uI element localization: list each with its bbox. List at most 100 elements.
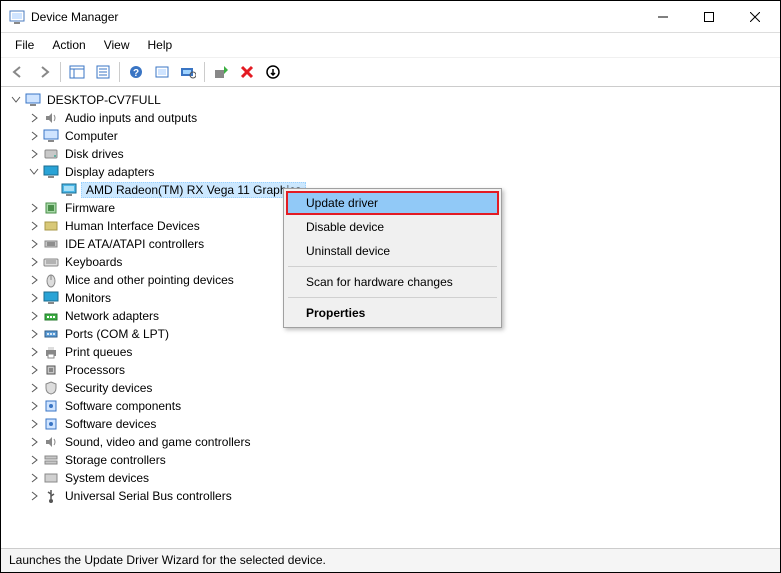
expander-icon[interactable] [27, 147, 41, 161]
separator [119, 62, 120, 82]
tree-label: Software components [63, 399, 183, 413]
minimize-button[interactable] [640, 2, 686, 32]
tree-label: Audio inputs and outputs [63, 111, 199, 125]
expander-icon[interactable] [27, 489, 41, 503]
expander-icon[interactable] [27, 111, 41, 125]
print-queues-icon [43, 344, 59, 360]
display-adapters-icon [43, 164, 59, 180]
expander-icon[interactable] [27, 219, 41, 233]
expander-icon[interactable] [45, 183, 59, 197]
tree-label: Human Interface Devices [63, 219, 202, 233]
menu-uninstall-device[interactable]: Uninstall device [286, 239, 499, 263]
expander-icon[interactable] [27, 417, 41, 431]
window-controls [640, 2, 778, 32]
tree-node-usb-controllers[interactable]: Universal Serial Bus controllers [25, 487, 780, 505]
expander-icon[interactable] [27, 453, 41, 467]
keyboards-icon [43, 254, 59, 270]
context-menu: Update driver Disable device Uninstall d… [283, 188, 502, 328]
tree-node-audio-inputs-outputs[interactable]: Audio inputs and outputs [25, 109, 780, 127]
statusbar-text: Launches the Update Driver Wizard for th… [9, 553, 326, 567]
menu-separator [288, 297, 497, 298]
back-button[interactable] [6, 60, 30, 84]
tree-label: Storage controllers [63, 453, 168, 467]
tree-node-processors[interactable]: Processors [25, 361, 780, 379]
tree-label: Mice and other pointing devices [63, 273, 236, 287]
ide-controllers-icon [43, 236, 59, 252]
tree-node-software-devices[interactable]: Software devices [25, 415, 780, 433]
security-devices-icon [43, 380, 59, 396]
firmware-icon [43, 200, 59, 216]
menu-help[interactable]: Help [140, 35, 181, 55]
tree-node-sound-controllers[interactable]: Sound, video and game controllers [25, 433, 780, 451]
expander-icon[interactable] [27, 435, 41, 449]
show-hide-console-button[interactable] [65, 60, 89, 84]
tree-label: Print queues [63, 345, 134, 359]
menu-separator [288, 266, 497, 267]
tree-label: Disk drives [63, 147, 126, 161]
sound-controllers-icon [43, 434, 59, 450]
ports-icon [43, 326, 59, 342]
root-label: DESKTOP-CV7FULL [45, 93, 163, 107]
disk-drives-icon [43, 146, 59, 162]
tree-node-computer[interactable]: Computer [25, 127, 780, 145]
titlebar: Device Manager [1, 1, 780, 33]
expander-icon[interactable] [27, 273, 41, 287]
properties-button[interactable] [91, 60, 115, 84]
tree-label: Firmware [63, 201, 117, 215]
menu-properties[interactable]: Properties [286, 301, 499, 325]
expander-icon[interactable] [27, 345, 41, 359]
tree-label: System devices [63, 471, 151, 485]
storage-controllers-icon [43, 452, 59, 468]
expander-icon[interactable] [27, 129, 41, 143]
network-adapters-icon [43, 308, 59, 324]
disable-toolbar-button[interactable] [261, 60, 285, 84]
expander-icon[interactable] [27, 399, 41, 413]
software-components-icon [43, 398, 59, 414]
help-button[interactable]: ? [124, 60, 148, 84]
expander-icon[interactable] [27, 327, 41, 341]
tree-node-print-queues[interactable]: Print queues [25, 343, 780, 361]
separator [204, 62, 205, 82]
expander-icon[interactable] [27, 309, 41, 323]
menu-file[interactable]: File [7, 35, 42, 55]
menu-disable-device[interactable]: Disable device [286, 215, 499, 239]
tree-node-disk-drives[interactable]: Disk drives [25, 145, 780, 163]
tree-label: Display adapters [63, 165, 156, 179]
menubar: File Action View Help [1, 33, 780, 58]
tree-node-software-components[interactable]: Software components [25, 397, 780, 415]
expander-icon[interactable] [27, 381, 41, 395]
expander-icon[interactable] [27, 201, 41, 215]
forward-button[interactable] [32, 60, 56, 84]
menu-update-driver[interactable]: Update driver [286, 191, 499, 215]
expander-icon[interactable] [27, 237, 41, 251]
processors-icon [43, 362, 59, 378]
tree-node-system-devices[interactable]: System devices [25, 469, 780, 487]
menu-view[interactable]: View [96, 35, 138, 55]
uninstall-toolbar-button[interactable] [235, 60, 259, 84]
audio-inputs-outputs-icon [43, 110, 59, 126]
close-button[interactable] [732, 2, 778, 32]
human-interface-devices-icon [43, 218, 59, 234]
software-devices-icon [43, 416, 59, 432]
expander-icon[interactable] [27, 165, 41, 179]
maximize-button[interactable] [686, 2, 732, 32]
menu-scan-hardware[interactable]: Scan for hardware changes [286, 270, 499, 294]
computer-icon [43, 128, 59, 144]
tree-label: AMD Radeon(TM) RX Vega 11 Graphics [81, 182, 306, 198]
tree-node-storage-controllers[interactable]: Storage controllers [25, 451, 780, 469]
svg-text:?: ? [133, 68, 139, 79]
scan-button[interactable] [176, 60, 200, 84]
computer-icon [25, 92, 41, 108]
window-title: Device Manager [31, 10, 640, 24]
tree-label: Ports (COM & LPT) [63, 327, 171, 341]
expander-icon[interactable] [9, 93, 23, 107]
update-driver-toolbar-button[interactable] [209, 60, 233, 84]
expander-icon[interactable] [27, 363, 41, 377]
expander-icon[interactable] [27, 255, 41, 269]
expander-icon[interactable] [27, 291, 41, 305]
action-button[interactable] [150, 60, 174, 84]
tree-node-security-devices[interactable]: Security devices [25, 379, 780, 397]
expander-icon[interactable] [27, 471, 41, 485]
menu-action[interactable]: Action [44, 35, 93, 55]
tree-label: Network adapters [63, 309, 161, 323]
